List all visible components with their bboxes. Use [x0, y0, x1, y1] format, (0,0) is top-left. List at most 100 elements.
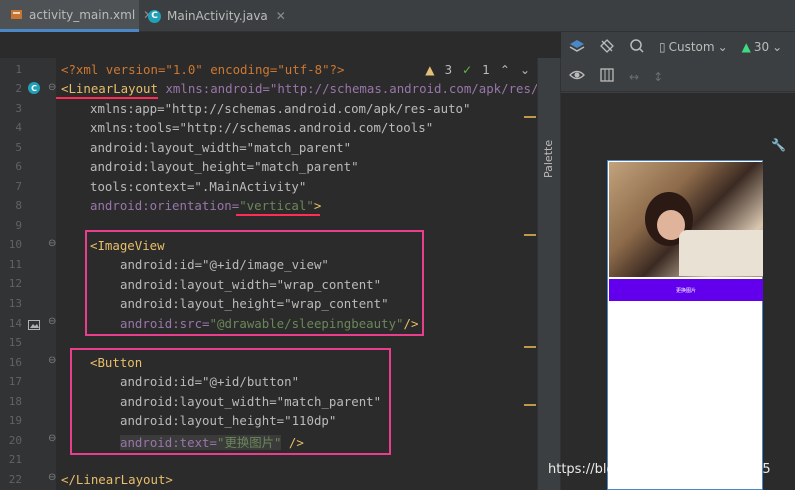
inspection-widget[interactable]: ▲ 3 ✓ 1 ⌃ ⌄: [425, 63, 530, 77]
wrench-icon[interactable]: 🔧: [771, 138, 786, 152]
code-line-8: android:orientation="vertical">: [90, 198, 321, 213]
chevron-down-icon: ⌄: [717, 40, 728, 54]
imageview-open-tag: <ImageView: [90, 238, 165, 253]
phone-icon: ▯: [659, 40, 666, 54]
image-preview-icon: [28, 316, 40, 335]
warning-count: 3: [444, 63, 453, 77]
line-number-gutter: 1 2 3 4 5 6 7 8 9 10 11 12 13 14 15 16 1…: [0, 58, 56, 490]
design-canvas: 🔧 更换图片: [561, 93, 795, 490]
code-text: android:text=: [120, 435, 217, 450]
api-level: 30: [753, 40, 770, 54]
code-text: />: [281, 435, 304, 450]
tab-label: MainActivity.java: [167, 9, 268, 23]
watermark: https://blog.csdn.net/Scarlett2025: [548, 462, 771, 477]
line-number: 1: [15, 63, 22, 76]
xml-declaration: <?xml version="1.0" encoding="utf-8"?>: [61, 62, 345, 77]
line-number: 18: [8, 395, 22, 408]
code-text: android:layout_height="110dp": [120, 413, 337, 428]
linearlayout-open-tag: <LinearLayout: [61, 81, 158, 96]
line-number: 13: [8, 297, 22, 310]
class-gutter-icon[interactable]: C: [28, 82, 40, 94]
line-number: 3: [15, 102, 22, 115]
line-number: 21: [8, 453, 22, 466]
code-line-5: android:layout_width="match_parent": [90, 140, 351, 155]
scroll-mark: [524, 346, 536, 348]
image-sheet-shape: [679, 230, 763, 276]
device-selector[interactable]: ▯ Custom ⌄: [659, 40, 728, 54]
check-count: 1: [482, 63, 490, 77]
line-number: 6: [15, 160, 22, 173]
code-editor[interactable]: ▲ 3 ✓ 1 ⌃ ⌄ <?xml version="1.0" encoding…: [56, 58, 538, 490]
line-number: 22: [8, 473, 22, 486]
imageview-preview[interactable]: [609, 162, 763, 277]
code-line-10: <ImageView: [90, 238, 165, 253]
line-number: 8: [15, 199, 22, 212]
vertical-resize-icon[interactable]: ↕: [653, 70, 663, 84]
scroll-mark: [524, 116, 536, 118]
palette-sidebar[interactable]: Palette: [537, 58, 561, 490]
android-icon: ▲: [741, 40, 751, 54]
code-line-14: android:src="@drawable/sleepingbeauty"/>: [120, 316, 418, 331]
code-line-1: <?xml version="1.0" encoding="utf-8"?>: [61, 62, 344, 77]
code-line-11: android:id="@+id/image_view": [120, 257, 329, 272]
line-number: 4: [15, 121, 22, 134]
line-number: 17: [8, 375, 22, 388]
underline-annotation: [56, 97, 158, 99]
xml-layout-icon: [10, 8, 23, 22]
button-preview[interactable]: 更换图片: [609, 279, 763, 301]
code-text: android:layout_width="match_parent": [120, 394, 382, 409]
code-line-18: android:layout_width="match_parent": [120, 394, 381, 409]
code-line-17: android:id="@+id/button": [120, 374, 299, 389]
code-line-16: <Button: [90, 355, 142, 370]
check-icon: ✓: [462, 63, 473, 77]
button-preview-label: 更换图片: [675, 287, 696, 294]
code-line-22: </LinearLayout>: [61, 472, 173, 487]
close-icon[interactable]: ✕: [276, 9, 286, 23]
tab-label: activity_main.xml: [29, 7, 136, 22]
line-number: 2: [15, 82, 22, 95]
design-toolbar-second: ↔ ↕: [561, 62, 795, 92]
tab-mainactivity-java[interactable]: C MainActivity.java ✕: [140, 0, 286, 32]
design-preview-panel: ▯ Custom ⌄ ▲ 30 ⌄ ↔ ↕ 🔧 更换图片: [561, 32, 795, 490]
chevron-down-icon[interactable]: ⌄: [520, 63, 530, 77]
line-number: 15: [8, 336, 22, 349]
linearlayout-close-tag: </LinearLayout>: [61, 472, 173, 487]
line-number: 7: [15, 180, 22, 193]
warning-icon: ▲: [425, 63, 435, 77]
code-text: android:id="@+id/button": [120, 374, 300, 389]
code-text: android:id="@+id/image_view": [120, 257, 329, 272]
blueprint-icon[interactable]: [599, 67, 615, 86]
code-text: tools:context=".MainActivity": [90, 179, 307, 194]
design-mode-icon[interactable]: [599, 38, 615, 57]
chevron-up-icon[interactable]: ⌃: [500, 63, 510, 77]
code-value: "@drawable/sleepingbeauty": [209, 316, 404, 331]
palette-label[interactable]: Palette: [542, 140, 555, 178]
button-open-tag: <Button: [90, 355, 143, 370]
underline-annotation: [236, 214, 320, 216]
code-text: android:layout_width="wrap_content": [120, 277, 382, 292]
line-number: 14: [8, 317, 22, 330]
code-text: xmlns:tools="http://schemas.android.com/…: [90, 120, 434, 135]
code-line-12: android:layout_width="wrap_content": [120, 277, 381, 292]
horizontal-resize-icon[interactable]: ↔: [629, 70, 639, 84]
line-number: 10: [8, 238, 22, 251]
editor-tab-bar: activity_main.xml ✕ C MainActivity.java …: [0, 0, 795, 32]
code-line-4: xmlns:tools="http://schemas.android.com/…: [90, 120, 433, 135]
line-number: 20: [8, 434, 22, 447]
code-text: android:layout_height="wrap_content": [120, 296, 389, 311]
code-line-2: <LinearLayout xmlns:android="http://sche…: [61, 81, 538, 96]
tab-activity-main-xml[interactable]: activity_main.xml ✕: [0, 0, 153, 32]
device-preview: 更换图片: [607, 160, 763, 490]
code-text: xmlns:app="http://schemas.android.com/ap…: [90, 101, 471, 116]
code-text: android:src=: [120, 316, 210, 331]
code-text: >: [313, 198, 322, 213]
api-selector[interactable]: ▲ 30 ⌄: [742, 40, 783, 54]
zoom-icon[interactable]: [629, 38, 645, 57]
line-number: 19: [8, 414, 22, 427]
line-number: 9: [15, 219, 22, 232]
code-line-20: android:text="更换图片" />: [120, 433, 304, 451]
java-class-icon: C: [148, 9, 161, 23]
eye-icon[interactable]: [569, 67, 585, 86]
layers-icon[interactable]: [569, 38, 585, 57]
code-line-13: android:layout_height="wrap_content": [120, 296, 389, 311]
